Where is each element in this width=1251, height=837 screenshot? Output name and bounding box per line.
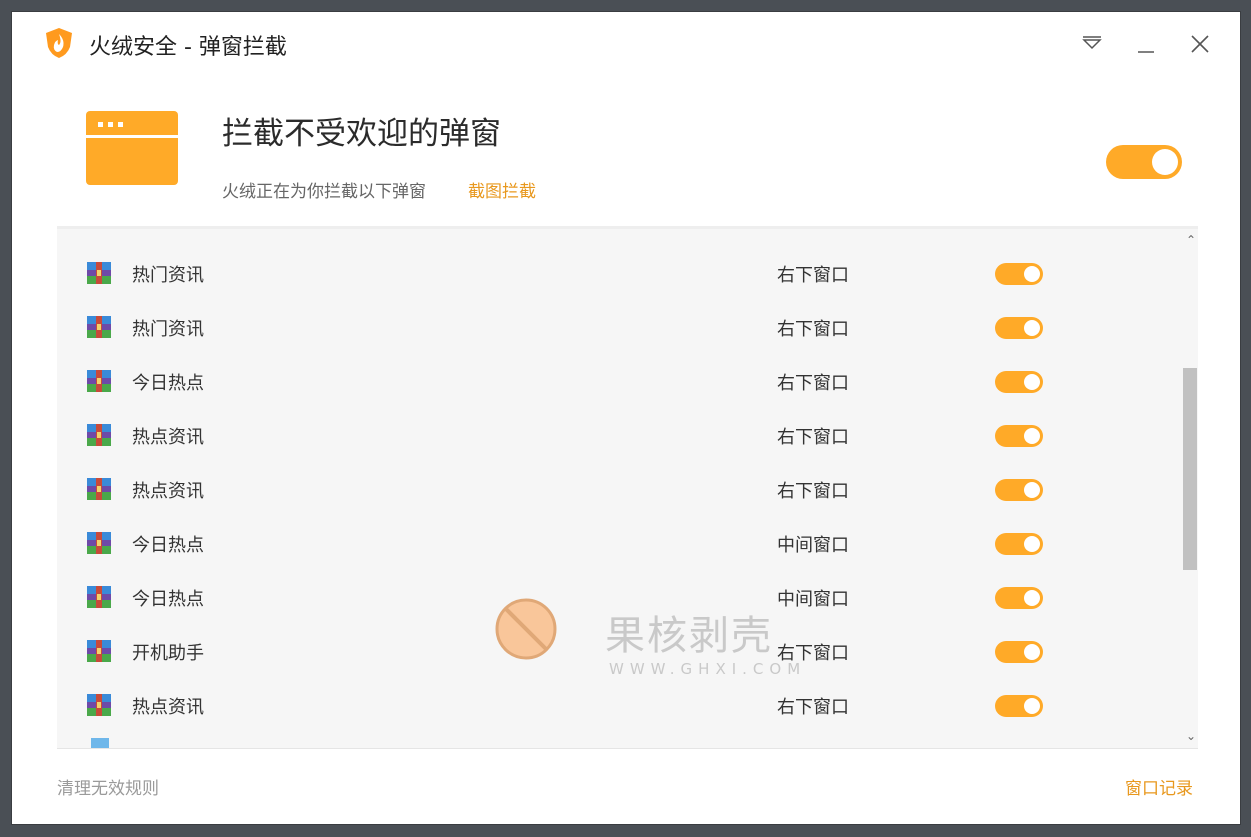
close-icon: [1191, 35, 1209, 53]
rule-app-name: 今日热点: [132, 589, 204, 610]
toggle-knob: [1024, 266, 1040, 282]
list-item: 热点资讯 右下窗口: [57, 462, 1181, 516]
watermark: 果核剥壳 WWW.GHXI.COM: [495, 598, 819, 693]
app-package-icon: [86, 423, 112, 447]
rule-app-name: 热点资讯: [132, 481, 204, 502]
toggle-knob: [1024, 536, 1040, 552]
watermark-logo-icon: [495, 598, 557, 660]
app-package-icon: [86, 261, 112, 285]
rule-toggle-switch[interactable]: [995, 587, 1043, 609]
app-package-icon: [86, 639, 112, 663]
toggle-knob: [1024, 644, 1040, 660]
list-item: 今日热点 中间窗口: [57, 516, 1181, 570]
list-item: 热门资讯 右下窗口: [57, 246, 1181, 300]
close-button[interactable]: [1184, 28, 1216, 60]
app-package-icon: [86, 369, 112, 393]
rule-window-position: 中间窗口: [777, 535, 849, 556]
footer-divider: [57, 748, 1198, 749]
list-item: 热门资讯 右下窗口: [57, 300, 1181, 354]
popup-blocker-window: 火绒安全 - 弹窗拦截 拦截不受欢迎的弹窗 火绒正在为你拦截以下弹窗 截图拦截 …: [12, 12, 1240, 824]
watermark-url: WWW.GHXI.COM: [609, 660, 807, 678]
header-section: 拦截不受欢迎的弹窗 火绒正在为你拦截以下弹窗 截图拦截: [12, 76, 1240, 226]
app-package-icon: [86, 585, 112, 609]
watermark-text: 果核剥壳: [605, 613, 773, 659]
rule-window-position: 右下窗口: [777, 481, 849, 502]
toggle-knob: [1024, 320, 1040, 336]
rule-window-position: 右下窗口: [777, 427, 849, 448]
popup-rules-list[interactable]: 热门资讯 右下窗口 热门资讯 右下窗口 今日热点 右下窗口 热点资讯 右下窗口 …: [57, 229, 1198, 748]
huorong-logo-icon: [43, 27, 75, 59]
app-package-icon: [86, 315, 112, 339]
partial-app-icon: [91, 738, 109, 748]
window-title: 火绒安全 - 弹窗拦截: [89, 35, 287, 60]
rule-toggle-switch[interactable]: [995, 425, 1043, 447]
rule-window-position: 右下窗口: [777, 319, 849, 340]
toggle-knob: [1024, 698, 1040, 714]
rule-window-position: 右下窗口: [777, 697, 849, 718]
rule-toggle-switch[interactable]: [995, 533, 1043, 555]
page-subtitle: 火绒正在为你拦截以下弹窗: [222, 182, 426, 202]
clean-invalid-rules-link[interactable]: 清理无效规则: [57, 774, 159, 799]
app-package-icon: [86, 531, 112, 555]
toggle-knob: [1152, 149, 1178, 175]
rule-toggle-switch[interactable]: [995, 479, 1043, 501]
page-title: 拦截不受欢迎的弹窗: [222, 116, 501, 152]
scrollbar-thumb[interactable]: [1183, 368, 1197, 570]
rule-app-name: 热点资讯: [132, 427, 204, 448]
toggle-knob: [1024, 428, 1040, 444]
toggle-knob: [1024, 482, 1040, 498]
rule-app-name: 开机助手: [132, 643, 204, 664]
master-toggle-switch[interactable]: [1106, 145, 1182, 179]
app-package-icon: [86, 477, 112, 501]
popup-window-icon: [86, 111, 178, 185]
window-history-link[interactable]: 窗口记录: [1125, 774, 1193, 799]
menu-dropdown-button[interactable]: [1076, 28, 1108, 60]
scroll-up-arrow[interactable]: ⌃: [1186, 233, 1196, 247]
list-item: 热点资讯 右下窗口: [57, 408, 1181, 462]
scroll-down-arrow[interactable]: ⌄: [1186, 729, 1196, 743]
rule-app-name: 热点资讯: [132, 697, 204, 718]
rule-toggle-switch[interactable]: [995, 317, 1043, 339]
minimize-button[interactable]: [1130, 28, 1162, 60]
rule-app-name: 热门资讯: [132, 265, 204, 286]
rule-toggle-switch[interactable]: [995, 263, 1043, 285]
screenshot-block-link[interactable]: 截图拦截: [468, 177, 536, 202]
toggle-knob: [1024, 374, 1040, 390]
rule-app-name: 今日热点: [132, 535, 204, 556]
list-item: 今日热点 右下窗口: [57, 354, 1181, 408]
rule-app-name: 今日热点: [132, 373, 204, 394]
minimize-icon: [1138, 51, 1154, 53]
app-package-icon: [86, 693, 112, 717]
title-bar: 火绒安全 - 弹窗拦截: [12, 12, 1240, 76]
rule-window-position: 右下窗口: [777, 373, 849, 394]
rule-toggle-switch[interactable]: [995, 641, 1043, 663]
rule-toggle-switch[interactable]: [995, 371, 1043, 393]
toggle-knob: [1024, 590, 1040, 606]
rule-toggle-switch[interactable]: [995, 695, 1043, 717]
triangle-down-icon: [1082, 36, 1102, 50]
rule-app-name: 热门资讯: [132, 319, 204, 340]
rule-window-position: 右下窗口: [777, 265, 849, 286]
